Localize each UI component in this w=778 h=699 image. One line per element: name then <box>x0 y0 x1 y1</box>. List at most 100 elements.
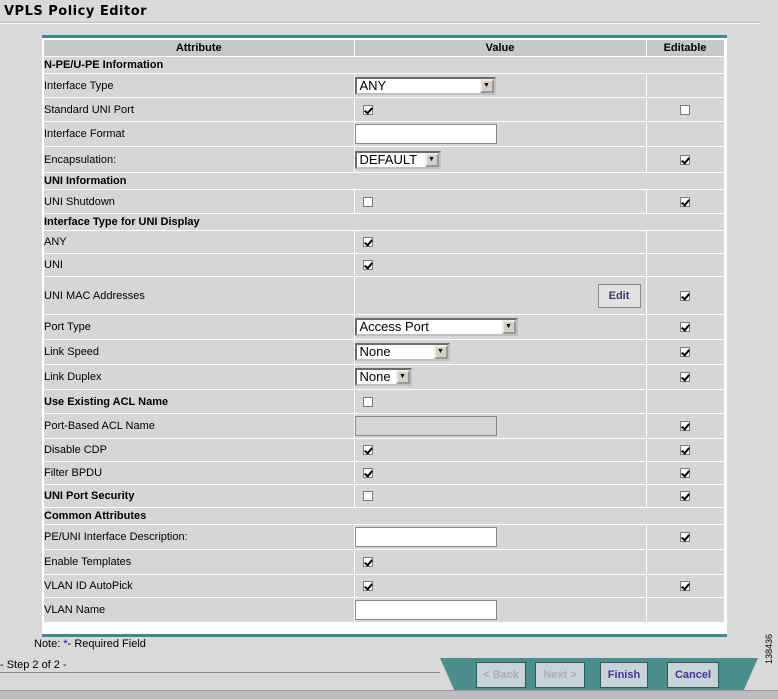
editable-cell-disable-cdp <box>646 438 725 462</box>
interface-format-field[interactable] <box>354 124 497 144</box>
table-body: N-PE/U-PE Information Interface Type ANY ▼ S… <box>44 56 725 623</box>
attribute-label-uni-shutdown: UNI Shutdown <box>44 189 355 214</box>
value-cell-uni-port-security <box>354 484 647 508</box>
next-button[interactable]: Next > <box>535 662 585 688</box>
value-cell-interface-type: ANY ▼ <box>354 73 647 98</box>
value-cell-pe-uni-interface-description <box>354 524 647 550</box>
value-cell-port-based-acl-name <box>354 413 647 439</box>
editable-cell-port-type <box>646 314 725 340</box>
disable-cdp-checkbox[interactable] <box>362 445 373 456</box>
attribute-label-link-duplex: Link Duplex <box>44 364 355 390</box>
editable-cell-link-duplex <box>646 364 725 390</box>
port-type-select[interactable]: Access Port ▼ <box>354 318 518 336</box>
section-heading-interface-type-for-uni-display: Interface Type for UNI Display <box>44 213 725 231</box>
enable-templates-checkbox[interactable] <box>362 557 373 568</box>
filter-bpdu-checkbox[interactable] <box>362 468 373 479</box>
vlan-id-autopick-editable-checkbox[interactable] <box>680 581 690 592</box>
value-cell-uni-mac-addresses: Edit <box>354 276 647 315</box>
attribute-row-interface-format: Interface Format <box>44 121 725 147</box>
attribute-label-standard-uni-port: Standard UNI Port <box>44 97 355 122</box>
section-heading-common-attributes: Common Attributes <box>44 507 725 525</box>
footer-divider <box>0 672 440 673</box>
value-cell-uni <box>354 253 647 277</box>
value-cell-vlan-name <box>354 597 647 623</box>
attribute-label-encapsulation: Encapsulation: <box>44 146 355 173</box>
attribute-label-uni: UNI <box>44 253 355 277</box>
editable-cell-filter-bpdu <box>646 461 725 485</box>
editable-cell-link-speed <box>646 339 725 365</box>
uni-checkbox[interactable] <box>362 260 373 271</box>
value-cell-disable-cdp <box>354 438 647 462</box>
pe-uni-interface-description-field[interactable] <box>354 527 497 547</box>
chevron-down-icon[interactable]: ▼ <box>433 345 448 359</box>
link-speed-selected-value: None <box>359 344 391 359</box>
uni-mac-addresses-edit-button[interactable]: Edit <box>597 283 641 308</box>
chevron-down-icon[interactable]: ▼ <box>479 78 494 93</box>
standard-uni-port-checkbox[interactable] <box>362 104 373 115</box>
attribute-label-interface-type: Interface Type <box>44 73 355 98</box>
vlan-id-autopick-checkbox[interactable] <box>362 581 373 592</box>
interface-type-select[interactable]: ANY ▼ <box>354 76 496 95</box>
section-row-uni-information: UNI Information <box>44 172 725 190</box>
pe-uni-interface-description-editable-checkbox[interactable] <box>680 532 690 543</box>
filter-bpdu-editable-checkbox[interactable] <box>680 468 690 479</box>
editable-cell-uni <box>646 253 725 277</box>
uni-shutdown-editable-checkbox[interactable] <box>680 196 690 207</box>
interface-type-selected-value: ANY <box>359 77 387 93</box>
port-based-acl-name-editable-checkbox[interactable] <box>680 421 690 432</box>
any-checkbox[interactable] <box>362 237 373 248</box>
editable-cell-uni-port-security <box>646 484 725 508</box>
attribute-label-uni-mac-addresses: UNI MAC Addresses <box>44 276 355 315</box>
port-type-editable-checkbox[interactable] <box>680 322 690 333</box>
value-cell-encapsulation: DEFAULT ▼ <box>354 146 647 173</box>
encapsulation-editable-checkbox[interactable] <box>680 154 690 165</box>
section-row-common-attributes: Common Attributes <box>44 507 725 525</box>
link-duplex-select[interactable]: None ▼ <box>354 368 412 386</box>
cancel-button[interactable]: Cancel <box>667 662 719 688</box>
attribute-row-disable-cdp: Disable CDP <box>44 438 725 462</box>
disable-cdp-editable-checkbox[interactable] <box>680 445 690 456</box>
chevron-down-icon[interactable]: ▼ <box>395 370 410 384</box>
value-cell-any <box>354 230 647 254</box>
link-speed-editable-checkbox[interactable] <box>680 347 690 358</box>
vlan-name-field[interactable] <box>354 600 497 620</box>
uni-port-security-checkbox[interactable] <box>362 491 373 502</box>
attribute-label-vlan-id-autopick: VLAN ID AutoPick <box>44 574 355 598</box>
attribute-row-interface-type: Interface Type ANY ▼ <box>44 73 725 98</box>
required-field-note: Note: *- Required Field <box>34 638 146 650</box>
editable-cell-pe-uni-interface-description <box>646 524 725 550</box>
uni-shutdown-checkbox[interactable] <box>362 196 373 207</box>
editable-cell-port-based-acl-name <box>646 413 725 439</box>
use-existing-acl-name-checkbox[interactable] <box>362 396 373 407</box>
editable-cell-use-existing-acl-name <box>646 389 725 414</box>
value-cell-enable-templates <box>354 549 647 575</box>
back-button[interactable]: < Back <box>476 662 526 688</box>
uni-port-security-editable-checkbox[interactable] <box>680 491 690 502</box>
port-based-acl-name-field[interactable] <box>354 416 497 436</box>
attribute-label-use-existing-acl-name: Use Existing ACL Name <box>44 389 355 414</box>
encapsulation-select[interactable]: DEFAULT ▼ <box>354 150 441 169</box>
standard-uni-port-editable-checkbox[interactable] <box>680 104 690 115</box>
page-title: VPLS Policy Editor <box>4 4 148 19</box>
section-heading-n-pe-u-pe-information: N-PE/U-PE Information <box>44 56 725 74</box>
value-cell-standard-uni-port <box>354 97 647 122</box>
editable-cell-interface-type <box>646 73 725 98</box>
uni-mac-addresses-editable-checkbox[interactable] <box>680 290 690 301</box>
chevron-down-icon[interactable]: ▼ <box>501 320 516 334</box>
attribute-row-uni-mac-addresses: UNI MAC Addresses Edit <box>44 276 725 315</box>
title-divider <box>0 22 760 24</box>
attribute-row-enable-templates: Enable Templates <box>44 549 725 575</box>
link-duplex-editable-checkbox[interactable] <box>680 372 690 383</box>
note-suffix: - Required Field <box>67 638 146 650</box>
policy-table-frame: Attribute Value Editable N-PE/U-PE Infor… <box>42 35 727 637</box>
attribute-label-pe-uni-interface-description: PE/UNI Interface Description: <box>44 524 355 550</box>
attribute-label-vlan-name: VLAN Name <box>44 597 355 623</box>
attribute-label-link-speed: Link Speed <box>44 339 355 365</box>
editable-cell-vlan-id-autopick <box>646 574 725 598</box>
link-speed-select[interactable]: None ▼ <box>354 343 450 361</box>
attribute-row-standard-uni-port: Standard UNI Port <box>44 97 725 122</box>
attribute-row-uni: UNI <box>44 253 725 277</box>
finish-button[interactable]: Finish <box>600 662 648 688</box>
chevron-down-icon[interactable]: ▼ <box>424 152 439 167</box>
editable-cell-vlan-name <box>646 597 725 623</box>
